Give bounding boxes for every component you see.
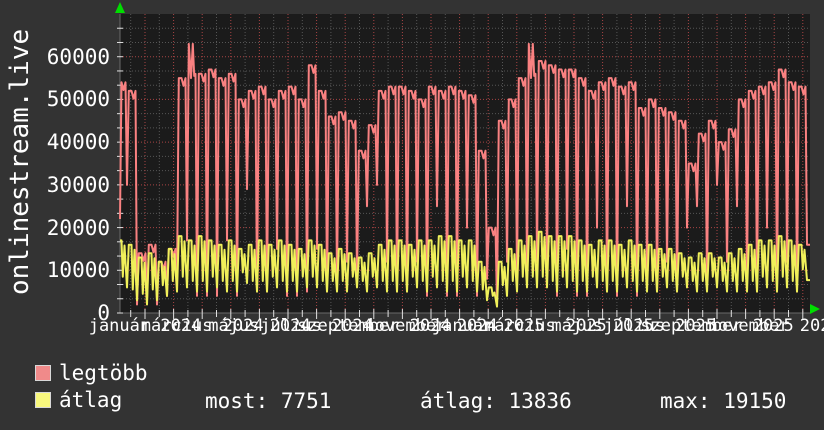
chart-plot (115, 2, 820, 319)
y-axis-arrow-icon (115, 2, 125, 13)
y-tick-label: 40000 (46, 130, 110, 155)
y-tick-label: 20000 (46, 215, 110, 240)
x-axis-arrow-icon (810, 304, 820, 314)
y-tick-label: 60000 (46, 44, 110, 69)
legend-swatch-atlag (35, 392, 51, 408)
stat-most: most: 7751 (205, 389, 332, 413)
rrd-graph-page: { "colors": { "background": "#333333", "… (0, 0, 824, 430)
legend-label-atlag: átlag (59, 388, 123, 412)
y-tick-label: 50000 (46, 87, 110, 112)
stat-max: max: 19150 (660, 389, 787, 413)
y-tick-label: 10000 (46, 258, 110, 283)
stat-atlag: átlag: 13836 (420, 389, 572, 413)
x-tick-label: november 2025 (707, 316, 824, 336)
y-axis-title: onlinestream.live (5, 28, 35, 295)
y-tick-label: 30000 (46, 172, 110, 197)
legend-swatch-legtobb (35, 365, 51, 381)
legend-label-legtobb: legtöbb (59, 361, 148, 385)
